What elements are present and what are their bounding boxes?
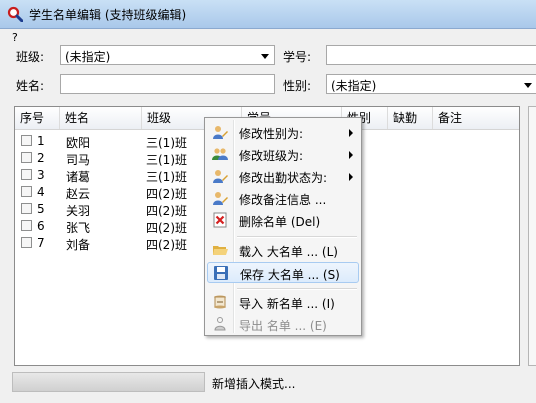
menu-help[interactable]: ? <box>12 31 18 44</box>
name-input[interactable] <box>60 74 275 94</box>
row-name: 诸葛 <box>66 170 91 184</box>
window-title: 学生名单编辑 (支持班级编辑) <box>29 8 187 22</box>
row-class: 四(2)班 <box>146 204 187 218</box>
context-menu: 修改性别为: 修改班级为: 修改出勤状态为: 修改备注信息 ... 删除名单 (… <box>204 117 362 336</box>
gender-select[interactable]: (未指定) <box>326 74 536 94</box>
row-checkbox[interactable] <box>21 169 32 180</box>
row-class: 三(1)班 <box>146 136 187 150</box>
menu-item-export-list[interactable]: 导出 名单 ... (E) <box>207 314 359 335</box>
row-class: 四(2)班 <box>146 187 187 201</box>
menu-item-edit-remark[interactable]: 修改备注信息 ... <box>207 188 359 209</box>
class-select-value: (未指定) <box>65 50 111 64</box>
gender-label: 性别: <box>283 79 312 93</box>
name-label: 姓名: <box>16 79 45 93</box>
menu-item-change-gender[interactable]: 修改性别为: <box>207 122 359 143</box>
row-no: 1 <box>37 134 45 148</box>
menu-item-import-list[interactable]: 导入 新名单 ... (I) <box>207 292 359 313</box>
row-name: 张飞 <box>66 221 91 235</box>
row-class: 三(1)班 <box>146 170 187 184</box>
magnifier-app-icon <box>7 6 23 22</box>
row-no: 7 <box>37 236 45 250</box>
menu-item-load-list[interactable]: 载入 大名单 ... (L) <box>207 240 359 261</box>
gender-select-value: (未指定) <box>331 79 377 93</box>
title-bar: 学生名单编辑 (支持班级编辑) <box>0 0 536 29</box>
chevron-down-icon <box>524 83 532 88</box>
row-checkbox[interactable] <box>21 203 32 214</box>
menu-separator <box>237 236 357 238</box>
save-icon <box>214 266 228 280</box>
chevron-down-icon <box>261 54 269 59</box>
edit-person-icon <box>213 170 228 183</box>
delete-icon <box>213 212 227 228</box>
row-no: 3 <box>37 168 45 182</box>
submenu-arrow-icon <box>349 129 353 137</box>
import-icon <box>214 295 226 309</box>
class-select[interactable]: (未指定) <box>60 45 275 65</box>
row-name: 赵云 <box>66 187 91 201</box>
side-panel[interactable] <box>528 106 536 366</box>
row-no: 6 <box>37 219 45 233</box>
export-icon <box>214 317 226 331</box>
row-class: 四(2)班 <box>146 238 187 252</box>
row-checkbox[interactable] <box>21 186 32 197</box>
row-no: 4 <box>37 185 45 199</box>
student-no-input[interactable] <box>326 45 536 65</box>
row-checkbox[interactable] <box>21 220 32 231</box>
folder-open-icon <box>213 246 228 255</box>
row-name: 关羽 <box>66 204 91 218</box>
submenu-arrow-icon <box>349 173 353 181</box>
row-checkbox[interactable] <box>21 152 32 163</box>
column-header-absence[interactable]: 缺勤 <box>388 107 433 129</box>
row-no: 5 <box>37 202 45 216</box>
row-name: 刘备 <box>66 238 91 252</box>
menu-separator <box>237 288 357 290</box>
row-checkbox[interactable] <box>21 135 32 146</box>
menu-item-change-attendance[interactable]: 修改出勤状态为: <box>207 166 359 187</box>
group-icon <box>212 148 228 160</box>
row-no: 2 <box>37 151 45 165</box>
column-header-no[interactable]: 序号 <box>15 107 60 129</box>
student-no-label: 学号: <box>283 50 312 64</box>
menu-item-delete[interactable]: 删除名单 (Del) <box>207 210 359 231</box>
menu-item-change-class[interactable]: 修改班级为: <box>207 144 359 165</box>
menu-item-save-list[interactable]: 保存 大名单 ... (S) <box>207 262 359 283</box>
status-progress-box <box>12 372 205 392</box>
row-checkbox[interactable] <box>21 237 32 248</box>
column-header-name[interactable]: 姓名 <box>60 107 142 129</box>
row-class: 四(2)班 <box>146 221 187 235</box>
edit-person-icon <box>213 126 228 139</box>
row-name: 欧阳 <box>66 136 91 150</box>
status-text: 新增插入模式... <box>212 377 296 391</box>
row-class: 三(1)班 <box>146 153 187 167</box>
submenu-arrow-icon <box>349 151 353 159</box>
edit-person-icon <box>213 192 228 205</box>
class-label: 班级: <box>16 50 45 64</box>
column-header-remark[interactable]: 备注 <box>433 107 519 129</box>
row-name: 司马 <box>66 153 91 167</box>
